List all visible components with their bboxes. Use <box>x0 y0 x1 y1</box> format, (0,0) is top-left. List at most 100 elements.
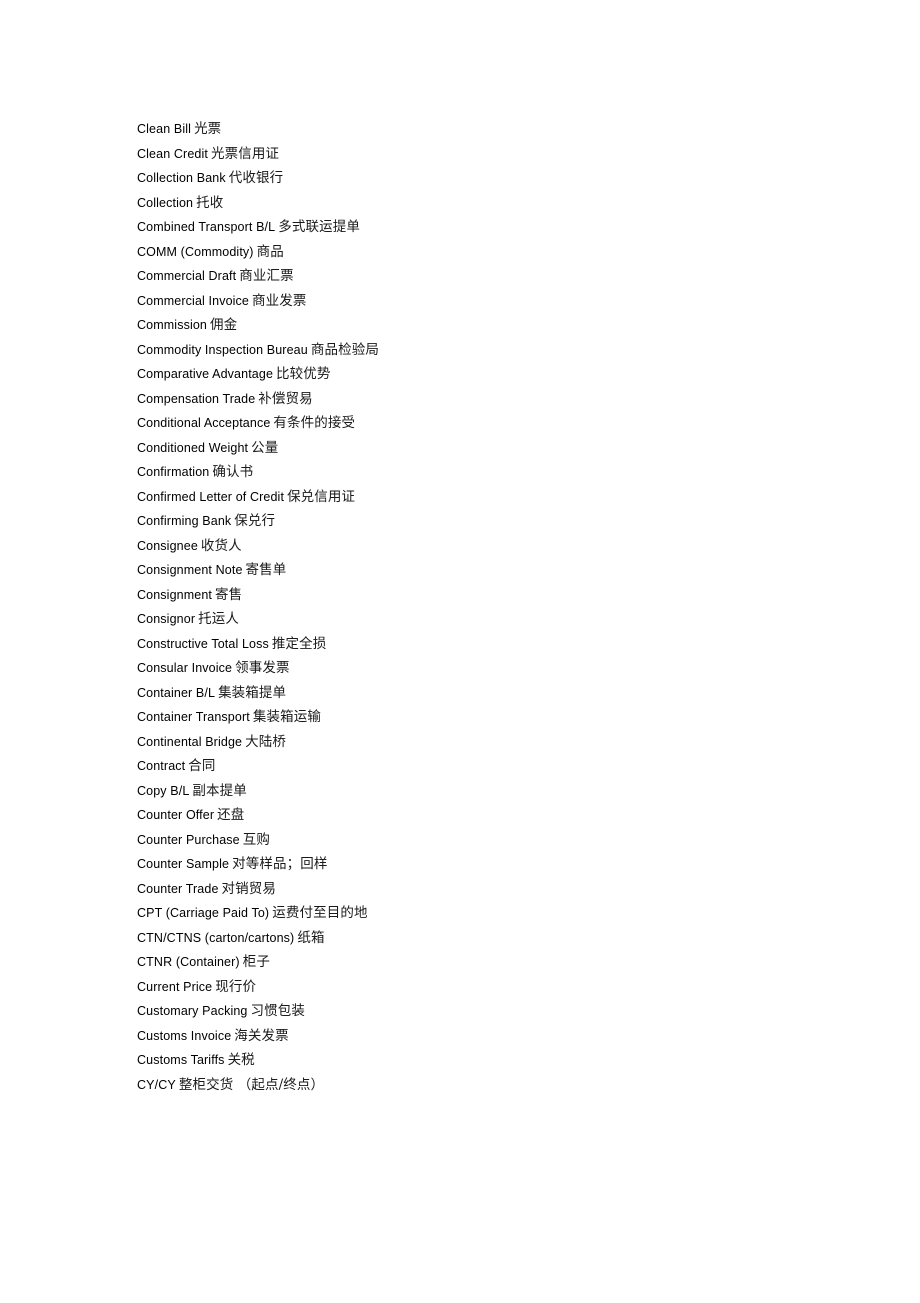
glossary-term-zh: 多式联运提单 <box>278 219 360 235</box>
glossary-entry: CPT (Carriage Paid To) 运费付至目的地 <box>137 901 837 926</box>
glossary-entry: Clean Credit 光票信用证 <box>137 142 837 167</box>
glossary-term-zh: 对等样品；回样 <box>232 856 328 872</box>
glossary-term-zh: 保兑信用证 <box>287 488 356 505</box>
glossary-term-zh: 还盘 <box>217 807 245 823</box>
glossary-term-en: Contract <box>137 759 186 773</box>
glossary-entry: Consignment 寄售 <box>137 583 837 608</box>
glossary-term-zh: 代收银行 <box>228 170 284 186</box>
glossary-term-en: Clean Bill <box>137 122 192 136</box>
glossary-term-en: Container Transport <box>137 710 250 724</box>
glossary-term-zh: 保兑行 <box>234 513 276 529</box>
glossary-entry: Counter Purchase 互购 <box>137 828 837 853</box>
glossary-term-zh: 托收 <box>196 194 224 211</box>
glossary-term-en: Customary Packing <box>137 1004 248 1018</box>
glossary-term-en: Collection Bank <box>137 171 226 185</box>
glossary-entry: Consignment Note 寄售单 <box>137 558 837 583</box>
glossary-term-zh: 纸箱 <box>297 929 325 946</box>
glossary-entry: Consular Invoice 领事发票 <box>137 656 837 681</box>
glossary-term-zh: 寄售 <box>215 586 243 603</box>
glossary-term-en: Confirmed Letter of Credit <box>137 489 285 504</box>
glossary-term-zh: 柜子 <box>242 954 270 970</box>
glossary-entry: Confirming Bank 保兑行 <box>137 509 837 534</box>
glossary-entry: Current Price 现行价 <box>137 975 837 1000</box>
glossary-term-zh: 推定全损 <box>271 635 327 652</box>
glossary-term-en: Commission <box>137 318 208 332</box>
glossary-term-en: CTN/CTNS (carton/cartons) <box>137 930 295 945</box>
glossary-entry: Commission 佣金 <box>137 313 837 338</box>
glossary-term-en: Collection <box>137 195 194 210</box>
glossary-entry: Comparative Advantage 比较优势 <box>137 362 837 387</box>
glossary-term-en: Commercial Invoice <box>137 293 250 308</box>
glossary-term-en: CPT (Carriage Paid To) <box>137 906 270 920</box>
glossary-term-zh: 现行价 <box>215 978 257 995</box>
glossary-entry: Customary Packing 习惯包装 <box>137 999 837 1024</box>
glossary-term-en: Consular Invoice <box>137 661 233 675</box>
glossary-term-en: CTNR (Container) <box>137 955 240 969</box>
glossary-entry: Compensation Trade 补偿贸易 <box>137 387 837 412</box>
glossary-term-en: Commodity Inspection Bureau <box>137 342 308 357</box>
glossary-term-en: Conditioned Weight <box>137 440 249 455</box>
glossary-entry: Customs Tariffs 关税 <box>137 1048 837 1073</box>
glossary-term-en: Counter Sample <box>137 857 230 871</box>
glossary-term-zh: 互购 <box>242 831 271 848</box>
glossary-term-en: Commercial Draft <box>137 269 237 283</box>
glossary-term-en: Constructive Total Loss <box>137 636 269 651</box>
glossary-entry: Collection Bank 代收银行 <box>137 166 837 191</box>
glossary-entry: Counter Offer 还盘 <box>137 803 837 828</box>
glossary-term-zh: 习惯包装 <box>250 1003 305 1019</box>
glossary-term-en: Confirmation <box>137 465 210 479</box>
glossary-entry: Commercial Invoice 商业发票 <box>137 289 837 314</box>
glossary-entry: Customs Invoice 海关发票 <box>137 1024 837 1049</box>
glossary-term-en: Counter Trade <box>137 881 219 896</box>
glossary-term-en: Consignment <box>137 587 213 602</box>
glossary-term-en: Comparative Advantage <box>137 367 274 381</box>
glossary-term-en: Conditional Acceptance <box>137 416 271 430</box>
glossary-term-zh: 运费付至目的地 <box>272 905 368 921</box>
glossary-entry: COMM (Commodity) 商品 <box>137 240 837 265</box>
glossary-entry: CTNR (Container) 柜子 <box>137 950 837 975</box>
glossary-term-en: Clean Credit <box>137 146 208 161</box>
glossary-entry: Conditioned Weight 公量 <box>137 436 837 461</box>
glossary-term-en: Consignee <box>137 538 198 553</box>
glossary-entry-list: Clean Bill 光票 Clean Credit 光票信用证 Collection … <box>137 117 837 1097</box>
glossary-entry: Counter Sample 对等样品；回样 <box>137 852 837 877</box>
glossary-entry: CTN/CTNS (carton/cartons) 纸箱 <box>137 926 837 951</box>
glossary-term-en: Compensation Trade <box>137 391 256 406</box>
glossary-entry: Container Transport 集装箱运输 <box>137 705 837 730</box>
glossary-term-zh: 收货人 <box>200 537 242 554</box>
document-page: Clean Bill 光票 Clean Credit 光票信用证 Collection … <box>0 0 920 1303</box>
glossary-entry: Container B/L 集装箱提单 <box>137 681 837 706</box>
glossary-term-en: Container B/L <box>137 685 216 700</box>
glossary-term-en: Combined Transport B/L <box>137 220 276 234</box>
glossary-entry: Confirmation 确认书 <box>137 460 837 485</box>
glossary-term-en: Customs Tariffs <box>137 1053 225 1067</box>
glossary-term-zh: 光票 <box>194 121 222 137</box>
glossary-term-en: CY/CY <box>137 1077 176 1092</box>
glossary-entry: Combined Transport B/L 多式联运提单 <box>137 215 837 240</box>
glossary-term-zh: 有条件的接受 <box>273 415 356 431</box>
glossary-term-zh: 确认书 <box>212 464 254 480</box>
glossary-entry: Constructive Total Loss 推定全损 <box>137 632 837 657</box>
glossary-term-zh: 大陆桥 <box>245 733 286 750</box>
glossary-term-zh: 公量 <box>251 439 279 456</box>
glossary-entry: Commodity Inspection Bureau 商品检验局 <box>137 338 837 363</box>
glossary-term-zh: 关税 <box>227 1052 255 1068</box>
glossary-term-zh: 补偿贸易 <box>258 390 313 407</box>
glossary-entry: Conditional Acceptance 有条件的接受 <box>137 411 837 436</box>
glossary-term-zh: 寄售单 <box>245 562 287 578</box>
glossary-term-zh: 商业汇票 <box>239 268 294 284</box>
glossary-term-zh: 集装箱运输 <box>252 709 321 725</box>
glossary-entry: Contract 合同 <box>137 754 837 779</box>
glossary-term-zh: 合同 <box>188 758 216 774</box>
glossary-term-en: Counter Offer <box>137 808 215 822</box>
glossary-term-zh: 海关发票 <box>234 1027 289 1044</box>
glossary-term-en: Counter Purchase <box>137 832 240 847</box>
glossary-entry: Commercial Draft 商业汇票 <box>137 264 837 289</box>
glossary-entry: Collection 托收 <box>137 191 837 216</box>
glossary-term-en: Confirming Bank <box>137 514 232 528</box>
glossary-entry: CY/CY 整柜交货 （起点/终点） <box>137 1073 837 1098</box>
glossary-term-zh: 商业发票 <box>252 292 307 309</box>
glossary-term-zh: 佣金 <box>210 317 238 333</box>
glossary-entry: Counter Trade 对销贸易 <box>137 877 837 902</box>
glossary-term-zh: 对销贸易 <box>221 880 277 897</box>
